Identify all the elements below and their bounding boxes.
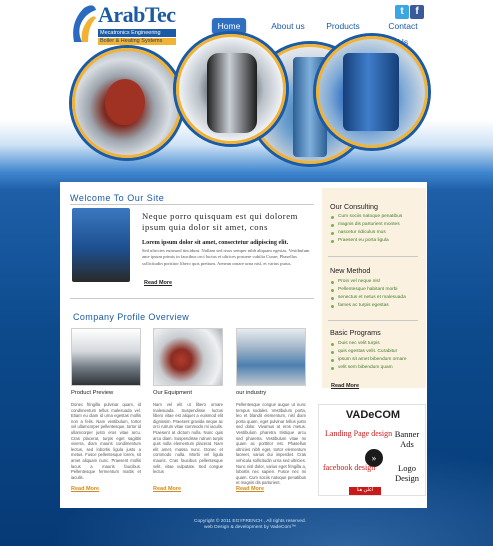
basic-programs-list: Duis nec velit turpis quis egestas velit… [330,340,422,372]
vadecom-ad-banner[interactable]: VADeCOM Landing Page design Banner Ads »… [318,404,426,496]
nav-products[interactable]: Products [323,18,363,34]
product-preview-read-more-link[interactable]: Read More [71,486,99,492]
ad-badge: أعلن هنا [349,487,381,495]
company-heading: Company Profile Overview [73,312,190,322]
nav-contact[interactable]: Contact Us [382,18,424,47]
list-item[interactable]: nascetur ridiculus mus [330,229,422,237]
welcome-product-image [72,208,130,282]
banner-image-boiler [72,48,182,158]
welcome-bold-line: Lorem ipsum dolor sit amet, consectetur … [142,239,289,246]
banner-image-heater [316,36,428,148]
main-nav: Home About us Products Contact Us [210,18,490,47]
col-title-our-industry: our industry [236,390,267,396]
sidebar-heading-new-method: New Method [330,266,371,275]
site-logo[interactable]: ArabTec Mecatronics Engineering Boiler &… [70,2,180,45]
footer: Copyright © 2011 EGYFRENCH , All rights … [150,519,350,531]
col-text-our-equipment: Nam vel elit ut libero ornare malesuada.… [153,402,223,475]
new-method-list: Proin vel neque nisl Pellentesque habita… [330,278,422,310]
our-equipment-image [153,328,223,386]
divider [70,204,314,205]
twitter-icon[interactable]: t [395,5,409,19]
kettle-shape [207,53,257,133]
list-item[interactable]: magnis dis parturient montes [330,221,422,229]
ad-banner-text: Banner Ads [394,429,420,449]
ad-brand: VADeCOM [345,409,401,421]
list-item[interactable]: Praesent eu porta ligula [330,237,422,245]
nav-about[interactable]: About us [262,18,314,34]
logo-tagline-1: Mecatronics Engineering [98,29,176,37]
divider [328,256,418,257]
our-equipment-read-more-link[interactable]: Read More [153,486,181,492]
list-item[interactable]: Proin vel neque nisl [330,278,422,286]
col-text-product-preview: Donec fringilla pulvinar quam, id condim… [71,402,141,480]
footer-credit[interactable]: web Design & development by VadeCom™ [150,525,350,531]
logo-mark-icon [73,5,96,42]
nav-home[interactable]: Home [212,18,246,34]
welcome-heading: Welcome To Our Site [70,193,165,203]
sidebar-read-more-link[interactable]: Read More [331,383,359,389]
divider [70,298,314,299]
ad-logo-text: Logo Design [394,463,420,483]
list-item[interactable]: Duis nec velit turpis [330,340,422,348]
list-item[interactable]: Pellentesque habitant morbi [330,286,422,294]
product-preview-image [71,328,141,386]
list-item[interactable]: Cum sociis natoque penatibus [330,213,422,221]
list-item[interactable]: quis egestas velit. Curabitur [330,348,422,356]
sidebar-heading-basic-programs: Basic Programs [330,328,381,337]
col-text-our-industry: Pellentesque congue augue ut nunc tempus… [236,402,306,486]
welcome-text: Sed ultricies euismod tincidunt. Nullam … [142,248,310,266]
our-consulting-list: Cum sociis natoque penatibus magnis dis … [330,213,422,245]
list-item[interactable]: velit sem bibendum quam [330,364,422,372]
ad-facebook-text: facebook design [323,463,376,472]
banner-image-kettle [176,34,286,144]
welcome-read-more-link[interactable]: Read More [144,280,172,286]
logo-tagline-2: Boiler & Heating Systems [98,38,176,45]
divider [328,320,418,321]
burner-shape [105,79,145,125]
list-item[interactable]: senectus et netus et malesuada [330,294,422,302]
our-industry-read-more-link[interactable]: Read More [236,486,264,492]
col-title-our-equipment: Our Equipment [153,390,192,396]
sidebar-heading-our-consulting: Our Consulting [330,202,378,211]
our-industry-image [236,328,306,386]
list-item[interactable]: ipsum sit amet bibendum ornare [330,356,422,364]
logo-name: ArabTec [98,2,176,27]
facebook-icon[interactable]: f [410,5,424,19]
heater-shape [343,53,399,131]
list-item[interactable]: fames ac turpis egestas [330,302,422,310]
ad-landing-text: Landing Page design [325,429,393,438]
col-title-product-preview: Product Preview [71,390,114,396]
welcome-lead: Neque porro quisquam est qui dolorem ips… [142,211,298,232]
